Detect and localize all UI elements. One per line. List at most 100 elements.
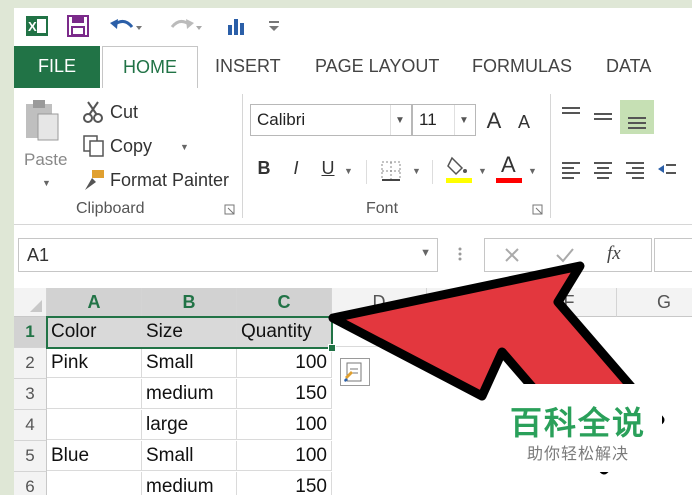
column-header-c[interactable]: C — [237, 288, 332, 318]
column-header-f[interactable]: F — [522, 288, 617, 317]
quick-analysis-button[interactable] — [340, 358, 370, 386]
column-header-a[interactable]: A — [47, 288, 142, 318]
align-right-icon[interactable] — [624, 158, 646, 180]
align-bottom-button[interactable] — [620, 100, 654, 134]
cancel-icon[interactable] — [503, 246, 521, 264]
select-all-corner[interactable] — [14, 288, 47, 317]
tab-home[interactable]: HOME — [102, 46, 198, 89]
column-header-g[interactable]: G — [617, 288, 692, 317]
cell-a6[interactable] — [47, 472, 142, 495]
redo-icon[interactable] — [166, 12, 206, 40]
cell-a4[interactable] — [47, 410, 142, 440]
cut-label: Cut — [110, 102, 139, 122]
align-top-icon[interactable] — [560, 104, 582, 126]
align-center-icon[interactable] — [592, 158, 614, 180]
formula-input[interactable] — [654, 238, 692, 272]
font-size-value: 11 — [419, 110, 437, 129]
bold-button[interactable]: B — [252, 158, 276, 179]
font-launcher-icon[interactable] — [532, 204, 544, 216]
insert-function-button[interactable]: fx — [607, 243, 621, 265]
column-header-d[interactable]: D — [332, 288, 427, 317]
cell-c4[interactable]: 100 — [237, 410, 332, 440]
paste-dropdown-icon[interactable]: ▼ — [42, 178, 51, 188]
cell-b3[interactable]: medium — [142, 379, 237, 409]
watermark-subtitle: 助你轻松解决 — [526, 444, 629, 463]
enter-check-icon[interactable] — [555, 246, 575, 264]
row-header-2[interactable]: 2 — [14, 348, 47, 379]
paintbrush-icon — [85, 170, 104, 190]
paste-button[interactable]: Paste ▼ — [22, 98, 72, 198]
font-name-combo[interactable]: Calibri ▼ — [250, 104, 412, 136]
cell-b6[interactable]: medium — [142, 472, 237, 495]
align-left-icon[interactable] — [560, 158, 582, 180]
font-size-combo[interactable]: 11 ▼ — [412, 104, 476, 136]
column-header-b[interactable]: B — [142, 288, 237, 318]
copy-button[interactable]: Copy ▼ — [82, 132, 242, 160]
tab-insert[interactable]: INSERT — [215, 46, 281, 88]
tab-data[interactable]: DATA — [606, 46, 651, 88]
font-color-swatch — [496, 178, 522, 183]
row-header-6[interactable]: 6 — [14, 472, 47, 495]
cut-button[interactable]: Cut — [82, 98, 242, 126]
row-header-5[interactable]: 5 — [14, 441, 47, 472]
copy-dropdown-icon[interactable]: ▼ — [180, 142, 189, 152]
underline-button[interactable]: U — [316, 158, 340, 179]
copy-label: Copy — [110, 136, 153, 156]
watermark-title: 百科全说 — [509, 404, 646, 442]
font-color-button[interactable]: A — [496, 152, 522, 184]
cell-a5[interactable]: Blue — [47, 441, 142, 471]
fill-handle[interactable] — [328, 344, 336, 352]
font-size-dropdown-icon[interactable]: ▼ — [454, 105, 473, 135]
format-painter-label: Format Painter — [110, 170, 230, 190]
cell-d1[interactable] — [332, 317, 427, 347]
column-header-e[interactable] — [427, 288, 522, 317]
cell-c2[interactable]: 100 — [237, 348, 332, 378]
font-name-value: Calibri — [257, 110, 306, 129]
cell-a3[interactable] — [47, 379, 142, 409]
cell-c3[interactable]: 150 — [237, 379, 332, 409]
selection-outline — [46, 316, 333, 349]
tab-file[interactable]: FILE — [14, 46, 100, 88]
format-painter-button[interactable]: Format Painter — [82, 166, 242, 194]
italic-button[interactable]: I — [284, 158, 308, 179]
cell-c6[interactable]: 150 — [237, 472, 332, 495]
save-icon[interactable] — [64, 12, 92, 40]
cell-b2[interactable]: Small — [142, 348, 237, 378]
name-box[interactable]: A1 ▼ — [18, 238, 438, 272]
cell-c5[interactable]: 100 — [237, 441, 332, 471]
tab-page-layout[interactable]: PAGE LAYOUT — [315, 46, 439, 88]
cell-b5[interactable]: Small — [142, 441, 237, 471]
fill-color-dropdown-icon[interactable]: ▼ — [478, 166, 487, 176]
customize-toolbar-icon[interactable] — [266, 12, 282, 40]
copy-icon — [83, 135, 104, 157]
name-box-value: A1 — [27, 245, 50, 265]
divider — [432, 160, 433, 184]
font-color-dropdown-icon[interactable]: ▼ — [528, 166, 537, 176]
grow-font-button[interactable]: A — [482, 108, 506, 134]
fill-color-icon[interactable] — [446, 154, 472, 184]
font-name-dropdown-icon[interactable]: ▼ — [390, 105, 409, 135]
borders-icon[interactable] — [380, 160, 402, 182]
clipboard-group-label: Clipboard — [76, 200, 145, 217]
tab-formulas[interactable]: FORMULAS — [472, 46, 572, 88]
group-divider — [242, 94, 243, 218]
name-box-dropdown-icon[interactable]: ▼ — [420, 247, 431, 259]
clipboard-launcher-icon[interactable] — [224, 204, 236, 216]
row-header-3[interactable]: 3 — [14, 379, 47, 410]
underline-dropdown-icon[interactable]: ▼ — [344, 166, 353, 176]
undo-icon[interactable] — [106, 12, 146, 40]
paste-icon — [26, 100, 59, 141]
align-middle-icon[interactable] — [592, 106, 614, 128]
decrease-indent-icon[interactable] — [656, 158, 678, 180]
cell-b4[interactable]: large — [142, 410, 237, 440]
shrink-font-button[interactable]: A — [512, 112, 536, 133]
row-header-1[interactable]: 1 — [14, 317, 47, 348]
cell-a2[interactable]: Pink — [47, 348, 142, 378]
borders-dropdown-icon[interactable]: ▼ — [412, 166, 421, 176]
formula-bar-grip[interactable] — [458, 239, 462, 269]
chart-icon[interactable] — [224, 12, 250, 40]
excel-logo-icon: X — [22, 12, 52, 40]
quick-analysis-icon — [344, 362, 362, 382]
font-color-letter: A — [501, 152, 516, 177]
row-header-4[interactable]: 4 — [14, 410, 47, 441]
